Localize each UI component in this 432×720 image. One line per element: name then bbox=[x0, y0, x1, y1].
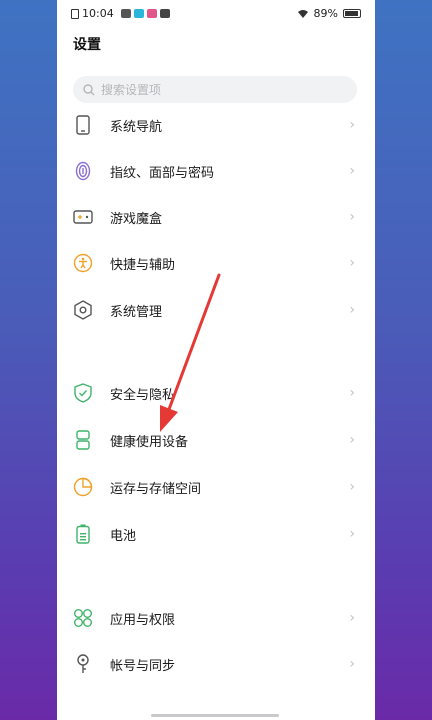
chevron-right-icon: › bbox=[349, 432, 355, 448]
sim-icon bbox=[71, 8, 79, 19]
menu-item-label: 运存与存储空间 bbox=[110, 481, 202, 497]
battery-icon bbox=[73, 524, 93, 544]
chevron-right-icon: › bbox=[349, 610, 355, 626]
menu-item-healthy-device-usage[interactable]: 健康使用设备 › bbox=[57, 418, 375, 462]
status-time: 10:04 bbox=[82, 7, 114, 20]
menu-item-label: 健康使用设备 bbox=[110, 434, 189, 450]
menu-item-security-privacy[interactable]: 安全与隐私 › bbox=[57, 371, 375, 415]
gamepad-icon bbox=[73, 207, 93, 227]
settings-screen: 10:04 89% 设置 搜索设置项 系统导航 › 指纹、面部与密码 › 游戏魔… bbox=[57, 0, 375, 720]
chevron-right-icon: › bbox=[349, 209, 355, 225]
menu-item-shortcuts-accessibility[interactable]: 快捷与辅助 › bbox=[57, 241, 375, 285]
menu-item-label: 指纹、面部与密码 bbox=[110, 165, 215, 181]
chevron-right-icon: › bbox=[349, 526, 355, 542]
chevron-right-icon: › bbox=[349, 302, 355, 318]
menu-item-label: 系统管理 bbox=[110, 304, 163, 320]
hexagon-gear-icon bbox=[73, 300, 93, 320]
status-right: 89% bbox=[297, 7, 361, 20]
menu-item-label: 帐号与同步 bbox=[110, 658, 176, 674]
menu-item-game-box[interactable]: 游戏魔盒 › bbox=[57, 195, 375, 239]
chevron-right-icon: › bbox=[349, 656, 355, 672]
menu-item-label: 系统导航 bbox=[110, 119, 163, 135]
accessibility-icon bbox=[73, 253, 93, 273]
chevron-right-icon: › bbox=[349, 479, 355, 495]
menu-item-label: 应用与权限 bbox=[110, 612, 176, 628]
wifi-icon bbox=[297, 9, 308, 18]
battery-status-icon bbox=[343, 9, 361, 18]
pie-storage-icon bbox=[73, 477, 93, 497]
page-title: 设置 bbox=[73, 37, 101, 53]
menu-item-memory-storage[interactable]: 运存与存储空间 › bbox=[57, 465, 375, 509]
menu-item-system-management[interactable]: 系统管理 › bbox=[57, 288, 375, 332]
status-left: 10:04 bbox=[71, 7, 170, 20]
menu-item-label: 游戏魔盒 bbox=[110, 211, 163, 227]
chevron-right-icon: › bbox=[349, 255, 355, 271]
search-placeholder: 搜索设置项 bbox=[101, 83, 162, 97]
menu-item-account-sync[interactable]: 帐号与同步 › bbox=[57, 642, 375, 686]
menu-item-label: 安全与隐私 bbox=[110, 387, 176, 403]
menu-item-system-navigation[interactable]: 系统导航 › bbox=[57, 103, 375, 147]
notification-icon bbox=[146, 9, 157, 18]
battery-percent: 89% bbox=[313, 7, 338, 20]
menu-item-fingerprint[interactable]: 指纹、面部与密码 › bbox=[57, 149, 375, 193]
fingerprint-icon bbox=[73, 161, 93, 181]
notification-icon bbox=[133, 9, 144, 18]
search-icon bbox=[83, 83, 95, 95]
menu-item-apps-permissions[interactable]: 应用与权限 › bbox=[57, 596, 375, 640]
notification-icon bbox=[120, 9, 131, 18]
key-account-icon bbox=[73, 654, 93, 674]
hourglass-icon bbox=[73, 430, 93, 450]
search-input[interactable]: 搜索设置项 bbox=[73, 76, 357, 103]
menu-item-label: 电池 bbox=[110, 528, 137, 544]
chevron-right-icon: › bbox=[349, 385, 355, 401]
shield-check-icon bbox=[73, 383, 93, 403]
chevron-right-icon: › bbox=[349, 163, 355, 179]
phone-nav-icon bbox=[73, 115, 93, 135]
menu-item-label: 快捷与辅助 bbox=[110, 257, 176, 273]
status-bar: 10:04 89% bbox=[57, 0, 375, 28]
home-indicator[interactable] bbox=[151, 714, 279, 717]
menu-item-battery[interactable]: 电池 › bbox=[57, 512, 375, 556]
notification-icon bbox=[159, 9, 170, 18]
apps-grid-icon bbox=[73, 608, 93, 628]
chevron-right-icon: › bbox=[349, 117, 355, 133]
